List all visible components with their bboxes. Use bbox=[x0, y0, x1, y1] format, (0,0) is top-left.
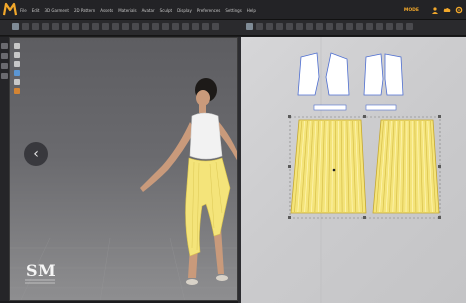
scene-tool-button[interactable] bbox=[182, 23, 189, 30]
2d-toolbar-group bbox=[246, 23, 416, 30]
left-tool-sidebar bbox=[0, 37, 9, 301]
3d-toolbar-group bbox=[12, 23, 222, 30]
segment-sewing-button[interactable] bbox=[316, 23, 323, 30]
sidebar-tool-4[interactable] bbox=[1, 73, 8, 79]
camera-icon[interactable] bbox=[14, 52, 20, 58]
snapshot-tool-button[interactable] bbox=[112, 23, 119, 30]
app-logo-icon bbox=[3, 2, 17, 16]
menu-avatar[interactable]: Avatar bbox=[142, 8, 155, 13]
piece-center-point bbox=[332, 168, 336, 172]
menu-2d-pattern[interactable]: 2D Pattern bbox=[74, 8, 95, 13]
history-tool-button[interactable] bbox=[142, 23, 149, 30]
title-bar-right: MODE bbox=[404, 0, 463, 20]
render-tool-button[interactable] bbox=[102, 23, 109, 30]
pin-icon[interactable] bbox=[14, 79, 20, 85]
record-tool-button[interactable] bbox=[122, 23, 129, 30]
2d-pattern-canvas bbox=[288, 37, 441, 303]
ruler-tool-button[interactable] bbox=[132, 23, 139, 30]
sidebar-tool-3[interactable] bbox=[1, 63, 8, 69]
free-sewing-button[interactable] bbox=[326, 23, 333, 30]
fit-map-button[interactable] bbox=[202, 23, 209, 30]
eye-icon[interactable] bbox=[14, 43, 20, 49]
waistband-right-piece[interactable] bbox=[365, 104, 397, 111]
select-tool-button[interactable] bbox=[12, 23, 19, 30]
menu-3d-garment[interactable]: 3D Garment bbox=[44, 8, 68, 13]
avatar-face bbox=[196, 90, 210, 106]
user-icon[interactable] bbox=[431, 6, 439, 14]
circle-tool-button[interactable] bbox=[286, 23, 293, 30]
edit-point-button[interactable] bbox=[256, 23, 263, 30]
avatar-figure[interactable] bbox=[140, 78, 238, 285]
menu-settings[interactable]: Settings bbox=[225, 8, 241, 13]
3d-garment-viewport[interactable]: ‹ S M bbox=[9, 37, 238, 301]
bodice-front-right-piece[interactable] bbox=[325, 52, 350, 96]
texture-tool-button[interactable] bbox=[82, 23, 89, 30]
fold-tool-button[interactable] bbox=[52, 23, 59, 30]
notch-tool-button[interactable] bbox=[376, 23, 383, 30]
white-top-garment[interactable] bbox=[189, 112, 223, 160]
waistband-left-piece[interactable] bbox=[313, 104, 347, 111]
sidebar-tool-2[interactable] bbox=[1, 53, 8, 59]
svg-text:S: S bbox=[26, 261, 38, 280]
menu-file[interactable]: File bbox=[20, 8, 27, 13]
polygon-tool-button[interactable] bbox=[266, 23, 273, 30]
buttonhole-tool-button[interactable] bbox=[386, 23, 393, 30]
previous-view-button[interactable]: ‹ bbox=[24, 142, 48, 166]
simulate-button[interactable] bbox=[32, 23, 39, 30]
fabric-icon[interactable] bbox=[14, 70, 20, 76]
avatar-left-arm bbox=[140, 122, 195, 192]
viewport-tool-icons bbox=[14, 43, 20, 97]
settings-gear-icon[interactable] bbox=[455, 6, 463, 14]
menu-materials[interactable]: Materials bbox=[118, 8, 136, 13]
menu-bar: File Edit 3D Garment 2D Pattern Assets M… bbox=[20, 0, 261, 20]
title-bar: File Edit 3D Garment 2D Pattern Assets M… bbox=[0, 0, 466, 20]
chevron-left-icon: ‹ bbox=[33, 146, 39, 162]
avatar-icon[interactable] bbox=[14, 88, 20, 94]
menu-display[interactable]: Display bbox=[177, 8, 192, 13]
wireframe-tool-button[interactable] bbox=[162, 23, 169, 30]
bodice-back-right-piece[interactable] bbox=[384, 53, 404, 96]
menu-help[interactable]: Help bbox=[247, 8, 256, 13]
avatar-tool-button[interactable] bbox=[72, 23, 79, 30]
pin-tool-button[interactable] bbox=[42, 23, 49, 30]
grade-tool-button[interactable] bbox=[366, 23, 373, 30]
fold-arrange-button[interactable] bbox=[346, 23, 353, 30]
pleat-tool-button[interactable] bbox=[336, 23, 343, 30]
move-tool-button[interactable] bbox=[22, 23, 29, 30]
menu-assets[interactable]: Assets bbox=[100, 8, 113, 13]
toolbar bbox=[0, 20, 466, 36]
menu-sculpt[interactable]: Sculpt bbox=[160, 8, 173, 13]
trace-tool-button[interactable] bbox=[356, 23, 363, 30]
light-icon[interactable] bbox=[14, 61, 20, 67]
strain-map-button[interactable] bbox=[192, 23, 199, 30]
transform-pattern-button[interactable] bbox=[246, 23, 253, 30]
watermark-logo-icon: S M bbox=[25, 261, 56, 284]
topstitch-tool-button[interactable] bbox=[406, 23, 413, 30]
cloud-icon[interactable] bbox=[443, 6, 451, 14]
dart-tool-button[interactable] bbox=[296, 23, 303, 30]
camera-tool-button[interactable] bbox=[92, 23, 99, 30]
mode-label[interactable]: MODE bbox=[404, 8, 419, 13]
sidebar-tool-1[interactable] bbox=[1, 43, 8, 49]
menu-edit[interactable]: Edit bbox=[32, 8, 40, 13]
2d-pattern-window[interactable] bbox=[241, 37, 466, 303]
bodice-front-left-piece[interactable] bbox=[297, 52, 320, 96]
xray-button[interactable] bbox=[212, 23, 219, 30]
menu-preferences[interactable]: Preferences bbox=[197, 8, 221, 13]
bodice-back-left-piece[interactable] bbox=[363, 53, 384, 96]
display-tool-button[interactable] bbox=[152, 23, 159, 30]
svg-text:M: M bbox=[38, 261, 56, 280]
measure-tool-button[interactable] bbox=[62, 23, 69, 30]
zipper-tool-button[interactable] bbox=[396, 23, 403, 30]
light-tool-button[interactable] bbox=[172, 23, 179, 30]
seam-tool-button[interactable] bbox=[306, 23, 313, 30]
rectangle-tool-button[interactable] bbox=[276, 23, 283, 30]
